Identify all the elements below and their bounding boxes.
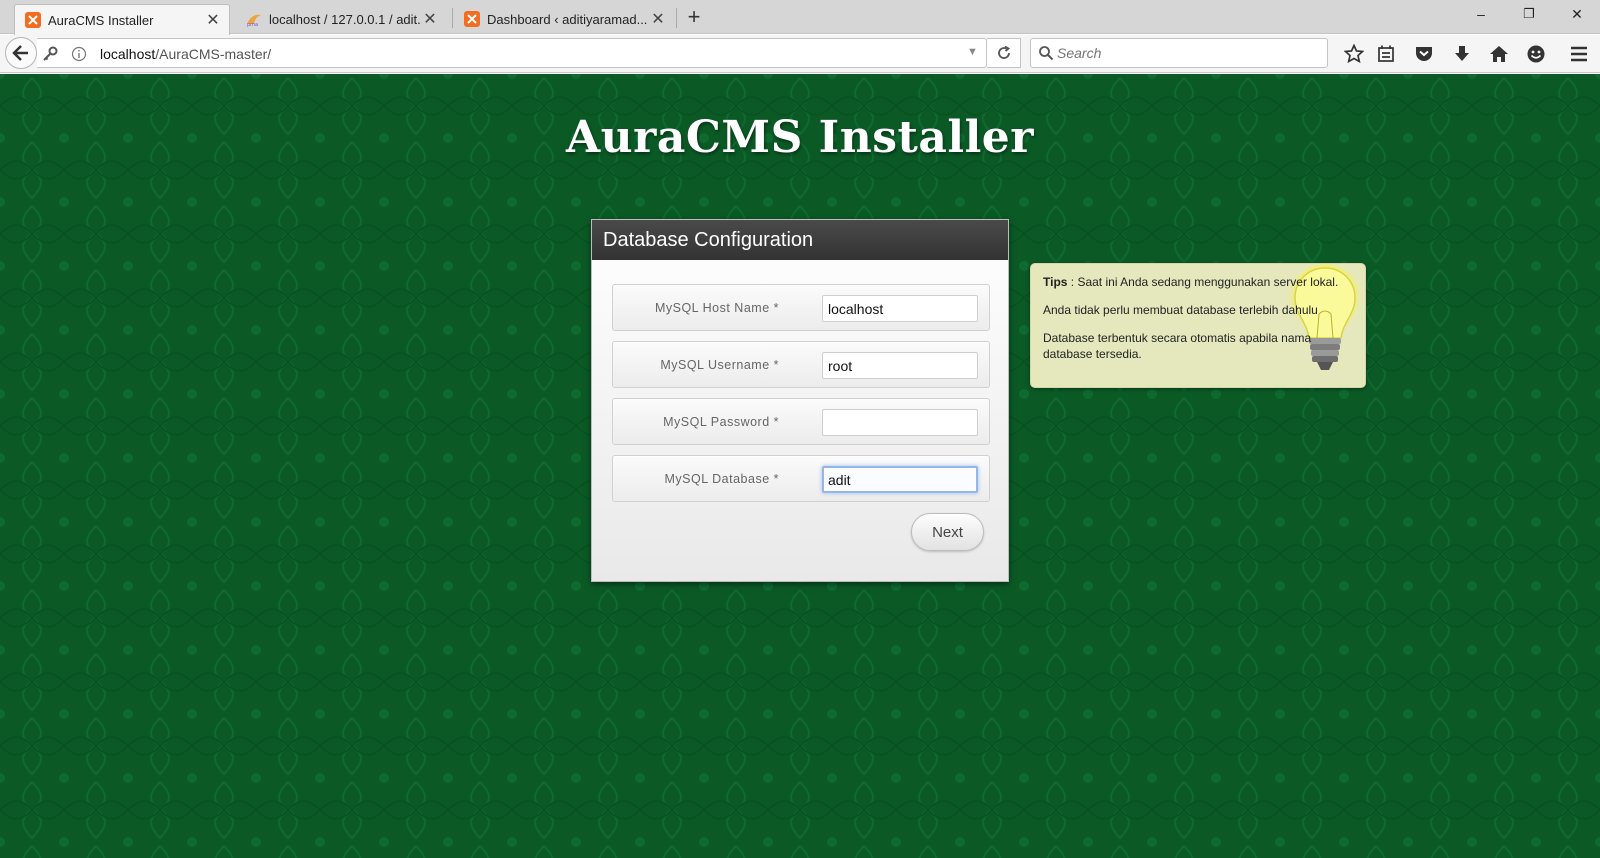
url-path: /AuraCMS-master/ xyxy=(155,46,272,62)
password-label: MySQL Password * xyxy=(663,415,779,429)
username-label: MySQL Username * xyxy=(660,358,779,372)
panel-heading: Database Configuration xyxy=(592,220,1008,260)
database-label: MySQL Database * xyxy=(664,472,779,486)
new-tab-button[interactable]: + xyxy=(680,4,708,32)
home-icon[interactable] xyxy=(1487,42,1511,66)
host-name-input[interactable] xyxy=(822,295,978,322)
tab-title: localhost / 127.0.0.1 / adit... xyxy=(269,11,422,27)
bookmark-star-icon[interactable] xyxy=(1342,42,1366,66)
close-tab-icon[interactable]: ✕ xyxy=(205,10,221,30)
back-button[interactable] xyxy=(5,37,37,69)
page-title: AuraCMS Installer xyxy=(566,112,1034,163)
database-config-panel: Database Configuration MySQL Host Name *… xyxy=(591,219,1009,582)
tab-separator xyxy=(676,8,677,28)
tab-dashboard[interactable]: Dashboard ‹ aditiyaramad... ✕ xyxy=(454,4,674,34)
hello-smiley-icon[interactable] xyxy=(1524,42,1548,66)
tab-phpmyadmin[interactable]: pma localhost / 127.0.0.1 / adit... ✕ xyxy=(236,4,446,34)
search-input[interactable] xyxy=(1057,39,1317,67)
tab-auracms-installer[interactable]: AuraCMS Installer ✕ xyxy=(14,4,230,35)
browser-nav-bar: localhost/AuraCMS-master/ ▼ xyxy=(0,35,1600,73)
close-tab-icon[interactable]: ✕ xyxy=(650,9,666,29)
url-text[interactable]: localhost/AuraCMS-master/ xyxy=(100,39,271,69)
download-icon[interactable] xyxy=(1450,42,1474,66)
phpmyadmin-icon: pma xyxy=(247,14,261,27)
tips-box: Tips : Saat ini Anda sedang menggunakan … xyxy=(1030,263,1366,388)
url-host: localhost xyxy=(100,46,156,62)
reading-list-icon[interactable] xyxy=(1374,42,1398,66)
close-window-button[interactable]: ✕ xyxy=(1554,0,1600,30)
xampp-icon xyxy=(464,11,480,27)
tip-line-3a: Database terbentuk secara otomatis apabi… xyxy=(1043,331,1312,345)
close-tab-icon[interactable]: ✕ xyxy=(422,9,438,29)
search-box[interactable] xyxy=(1030,38,1328,68)
info-icon[interactable] xyxy=(70,45,88,63)
tip-line-3b: database tersedia. xyxy=(1043,347,1142,361)
svg-text:pma: pma xyxy=(247,22,258,27)
menu-icon[interactable] xyxy=(1567,42,1591,66)
reload-button[interactable] xyxy=(987,38,1021,68)
search-icon xyxy=(1039,46,1054,61)
database-input[interactable] xyxy=(822,466,978,493)
form-row-username: MySQL Username * xyxy=(612,341,990,388)
back-arrow-icon xyxy=(12,45,28,61)
reload-icon xyxy=(997,46,1010,59)
tip-line-2: Anda tidak perlu membuat database terleb… xyxy=(1043,303,1318,317)
xampp-icon xyxy=(25,12,41,28)
host-name-label: MySQL Host Name * xyxy=(654,301,779,315)
tips-label: Tips xyxy=(1043,275,1068,289)
key-icon[interactable] xyxy=(41,45,59,63)
tab-title: AuraCMS Installer xyxy=(48,12,154,28)
form-row-host: MySQL Host Name * xyxy=(612,284,990,331)
form-row-database: MySQL Database * xyxy=(612,455,990,502)
restore-button[interactable]: ❐ xyxy=(1506,0,1552,30)
tip-text-1: : Saat ini Anda sedang menggunakan serve… xyxy=(1067,275,1339,289)
history-dropdown-icon[interactable]: ▼ xyxy=(967,46,978,58)
minimize-button[interactable]: – xyxy=(1458,0,1504,30)
username-input[interactable] xyxy=(822,352,978,379)
next-button[interactable]: Next xyxy=(911,513,984,551)
tab-separator xyxy=(452,8,453,28)
tab-title: Dashboard ‹ aditiyaramad... xyxy=(487,11,648,27)
tip-line-1: Tips : Saat ini Anda sedang menggunakan … xyxy=(1043,275,1338,290)
browser-tab-bar: AuraCMS Installer ✕ pma localhost / 127.… xyxy=(0,0,1600,35)
installer-page: AuraCMS Installer Database Configuration… xyxy=(0,74,1600,858)
pocket-icon[interactable] xyxy=(1412,42,1436,66)
url-bar[interactable]: localhost/AuraCMS-master/ ▼ xyxy=(37,38,987,68)
password-input[interactable] xyxy=(822,409,978,436)
form-row-password: MySQL Password * xyxy=(612,398,990,445)
